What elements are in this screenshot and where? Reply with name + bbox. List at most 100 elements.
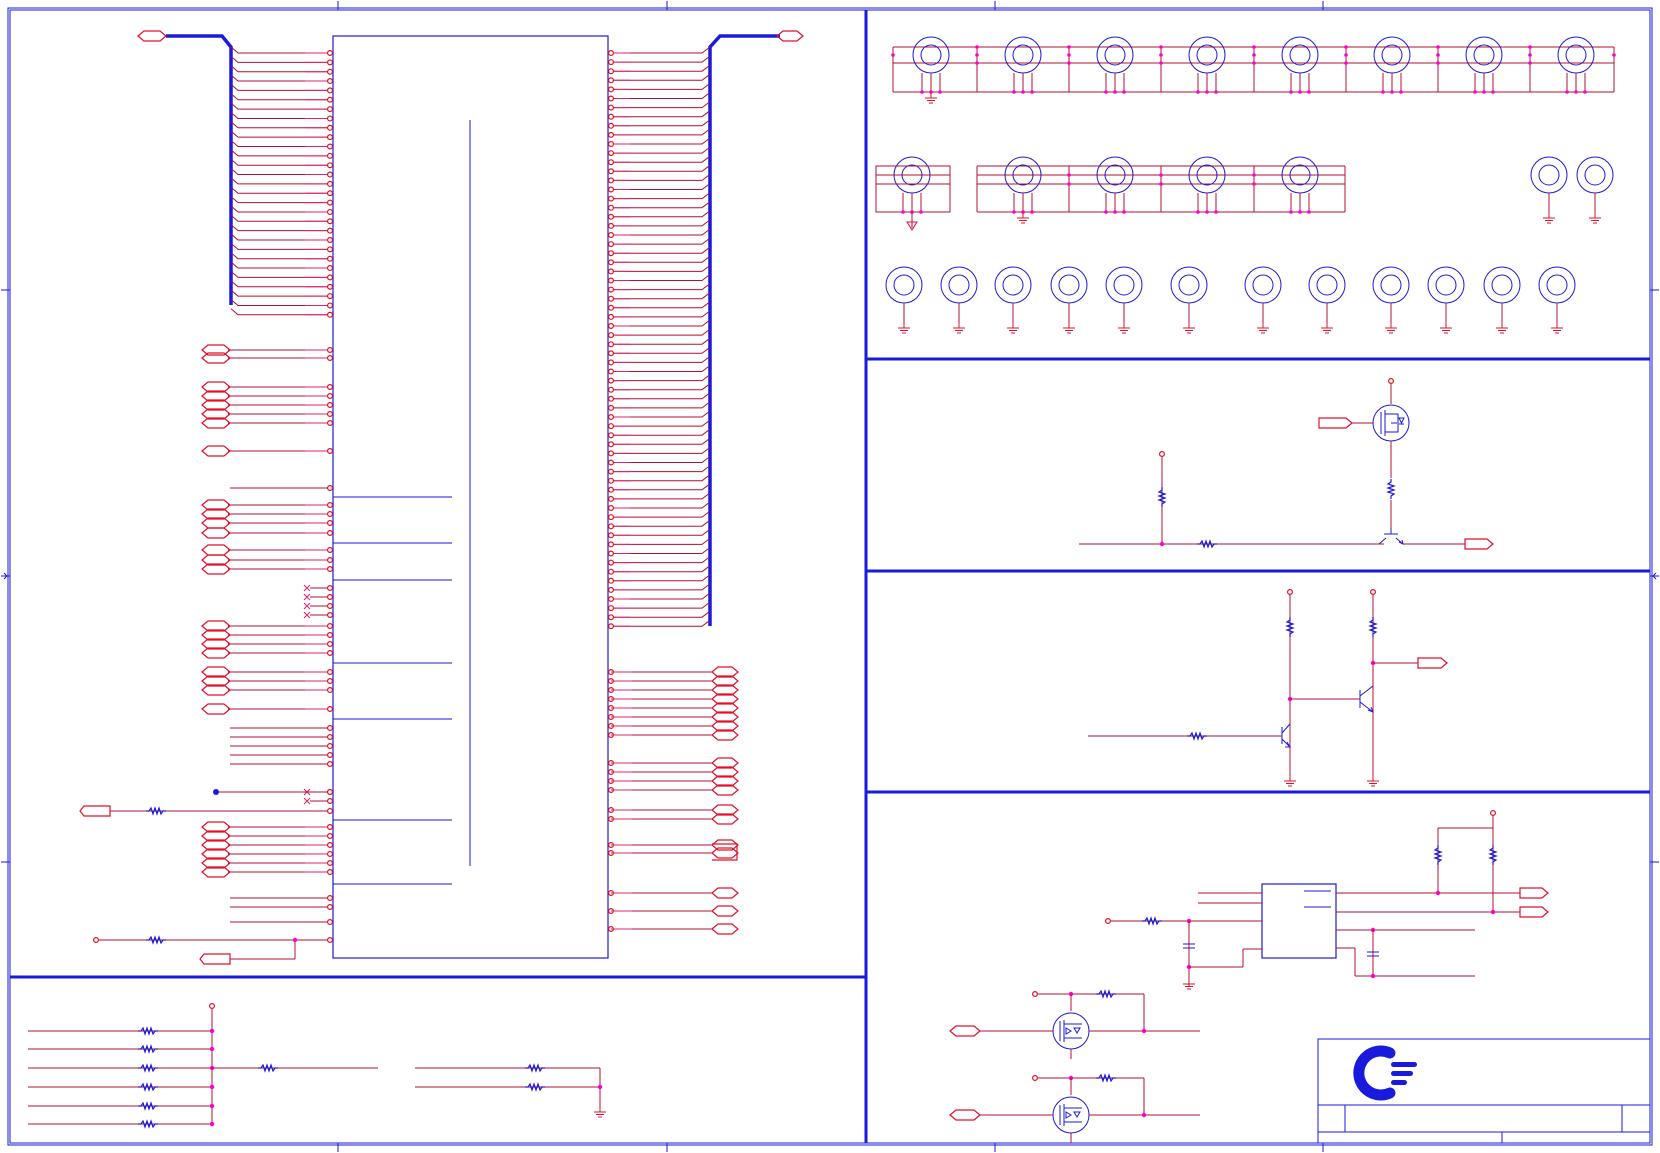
mounting-hole-icon	[1427, 266, 1465, 304]
pin-terminal	[607, 486, 614, 493]
pin-terminal	[327, 593, 334, 600]
bus-entry	[230, 186, 330, 194]
pin-terminal	[1286, 588, 1293, 595]
junction	[1030, 210, 1034, 214]
edge-arrow	[1, 572, 8, 580]
bus-entry	[230, 242, 330, 250]
bus-entry	[611, 346, 711, 354]
junction	[1122, 90, 1126, 94]
pin-terminal	[327, 411, 334, 418]
pin-terminal	[1369, 588, 1376, 595]
bus-entry	[611, 610, 711, 618]
junction	[1205, 210, 1209, 214]
pin-terminal	[327, 393, 334, 400]
net-port	[201, 703, 231, 715]
mounting-hole-icon	[1380, 274, 1402, 296]
pin-terminal	[607, 68, 614, 75]
pin-terminal	[607, 359, 614, 366]
pin-terminal	[607, 304, 614, 311]
resistor-icon	[1096, 989, 1116, 999]
net-port	[1318, 417, 1353, 429]
bus-entry	[611, 383, 711, 391]
bus-entry	[611, 528, 711, 536]
pin-terminal	[327, 823, 334, 830]
bus-entry	[611, 428, 711, 436]
mosfet-icon	[1073, 1111, 1081, 1118]
mounting-hole-icon	[1002, 274, 1024, 296]
junction	[938, 90, 942, 94]
pin-terminal	[327, 283, 334, 290]
net-port	[201, 544, 231, 556]
pin-terminal	[327, 640, 334, 647]
bus-entry	[611, 492, 711, 500]
junction	[1104, 90, 1108, 94]
pin-terminal	[327, 311, 334, 318]
pin-terminal	[327, 190, 334, 197]
bus-entry	[611, 128, 711, 136]
bus-entry	[611, 510, 711, 518]
pin-terminal	[607, 141, 614, 148]
mounting-hole-icon	[885, 266, 923, 304]
bus-entry	[611, 155, 711, 163]
junction	[1298, 90, 1302, 94]
junction	[1252, 53, 1256, 57]
data-bus	[708, 34, 780, 626]
bus-entry	[230, 65, 330, 73]
pin-terminal	[327, 686, 334, 693]
mounting-hole-icon	[1004, 36, 1042, 74]
pin-terminal	[607, 586, 614, 593]
pin-terminal	[607, 514, 614, 521]
junction	[1289, 90, 1293, 94]
pin-terminal	[607, 286, 614, 293]
resistor-icon	[1096, 1073, 1116, 1083]
bus-entry	[230, 271, 330, 278]
pin-terminal	[327, 797, 334, 804]
bus-entry	[611, 274, 711, 281]
bus-entry	[611, 210, 711, 218]
bus-entry	[611, 501, 711, 509]
bus-entry	[230, 46, 330, 54]
bus-entry	[230, 55, 330, 63]
mounting-hole-icon	[994, 266, 1032, 304]
pin-terminal	[607, 241, 614, 248]
pin-terminal	[327, 788, 334, 795]
bus-entry	[611, 337, 711, 345]
mounting-hole-icon	[1012, 44, 1034, 66]
pin-terminal	[327, 668, 334, 675]
junction	[1159, 173, 1163, 177]
pin-terminal	[327, 96, 334, 103]
bus-entry	[611, 583, 711, 591]
net-port	[1417, 657, 1448, 669]
mounting-hole-icon	[912, 36, 950, 74]
net-port	[1519, 887, 1549, 899]
junction	[292, 937, 298, 943]
mounting-hole-icon	[1538, 164, 1560, 186]
pin-terminal	[327, 850, 334, 857]
junction	[1159, 45, 1163, 49]
junction	[209, 1084, 215, 1090]
mounting-hole-icon	[1096, 36, 1134, 74]
data-bus	[166, 34, 233, 305]
bus-entry	[611, 237, 711, 245]
bus-entry	[230, 158, 330, 166]
pin-terminal	[327, 302, 334, 309]
pin-terminal	[607, 177, 614, 184]
pin-terminal	[607, 505, 614, 512]
junction	[1565, 90, 1569, 94]
pin-terminal	[327, 742, 334, 749]
pin-terminal	[607, 495, 614, 502]
mounting-hole-icon	[1196, 44, 1218, 66]
bus-entry	[611, 538, 711, 545]
pin-terminal	[607, 395, 614, 402]
bus-entry	[611, 401, 711, 409]
mounting-hole-icon	[1483, 266, 1521, 304]
pin-terminal	[327, 936, 334, 943]
pin-terminal	[327, 649, 334, 656]
net-port	[711, 905, 739, 917]
resistor-icon	[1433, 845, 1443, 865]
no-connect-icon	[303, 611, 311, 619]
pin-terminal	[607, 250, 614, 257]
pin-terminal	[607, 414, 614, 421]
pin-terminal	[327, 448, 334, 455]
net-junction	[213, 789, 219, 795]
